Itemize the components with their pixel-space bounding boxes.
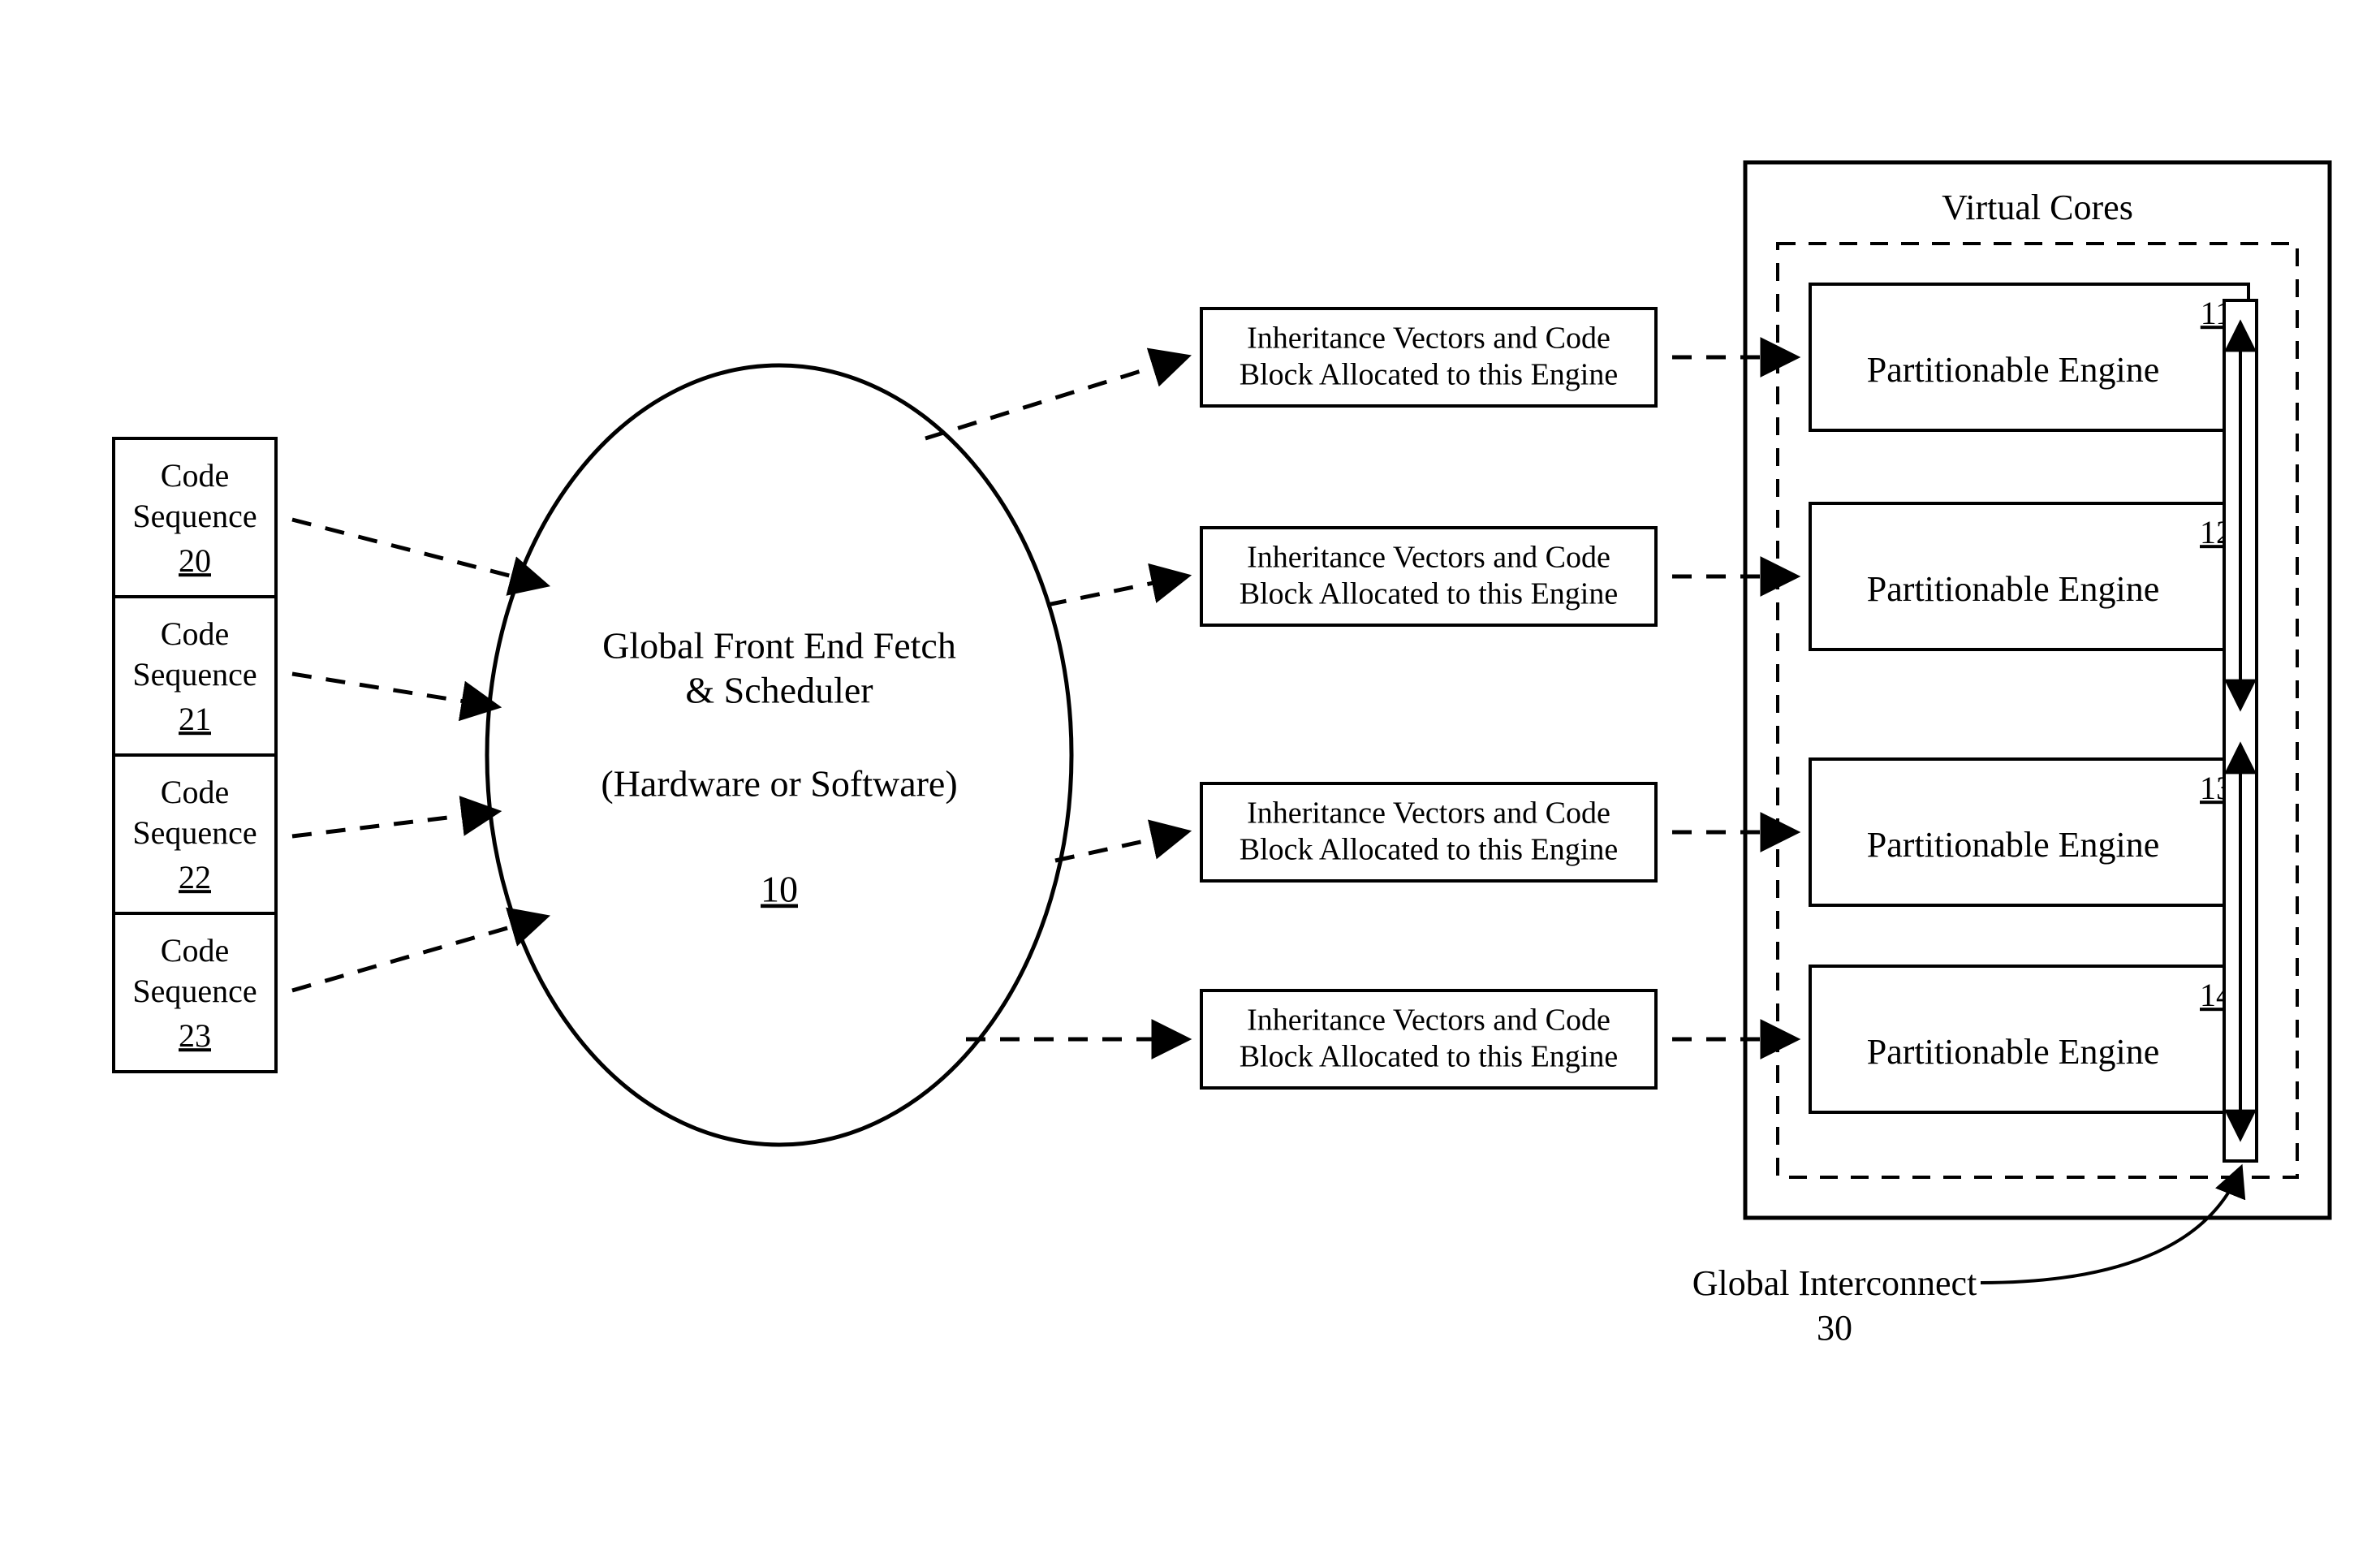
inh-line2: Block Allocated to this Engine [1240, 577, 1618, 611]
interconnect-ref: 30 [1817, 1308, 1852, 1348]
code-seq-ref: 20 [179, 542, 211, 579]
engine-12: 12 Partitionable Engine [1810, 503, 2248, 650]
code-seq-line2: Sequence [132, 973, 257, 1009]
code-seq-line2: Sequence [132, 656, 257, 693]
code-sequence-23: Code Sequence 23 [132, 932, 257, 1054]
engine-label: Partitionable Engine [1867, 569, 2159, 609]
engine-label: Partitionable Engine [1867, 350, 2159, 390]
interconnect-label: Global Interconnect 30 [1692, 1169, 2240, 1348]
codeseq-to-scheduler-arrows [292, 520, 544, 990]
inheritance-box-2: Inheritance Vectors and Code Block Alloc… [1201, 528, 1656, 625]
scheduler-line1: Global Front End Fetch [602, 625, 956, 667]
engine-11: 11 Partitionable Engine [1810, 284, 2248, 430]
code-seq-line2: Sequence [132, 814, 257, 851]
global-interconnect-bus [2224, 300, 2257, 1161]
diagram-canvas: Code Sequence 20 Code Sequence 21 Code S… [0, 0, 2380, 1558]
inheritance-box-3: Inheritance Vectors and Code Block Alloc… [1201, 783, 1656, 881]
code-seq-ref: 23 [179, 1017, 211, 1054]
scheduler-to-inheritance-arrows [925, 357, 1185, 1039]
inh-line1: Inheritance Vectors and Code [1247, 796, 1610, 831]
inheritance-boxes: Inheritance Vectors and Code Block Alloc… [1201, 309, 1656, 1088]
scheduler-line3: (Hardware or Software) [601, 763, 957, 805]
virtual-cores-title: Virtual Cores [1942, 188, 2133, 227]
inh-line2: Block Allocated to this Engine [1240, 833, 1618, 867]
code-seq-ref: 22 [179, 859, 211, 896]
code-seq-line1: Code [161, 932, 229, 969]
inh-line2: Block Allocated to this Engine [1240, 358, 1618, 392]
engine-13: 13 Partitionable Engine [1810, 759, 2248, 905]
code-seq-line1: Code [161, 774, 229, 810]
engine-label: Partitionable Engine [1867, 1032, 2159, 1072]
code-seq-line1: Code [161, 615, 229, 652]
code-seq-line1: Code [161, 457, 229, 494]
inh-line1: Inheritance Vectors and Code [1247, 322, 1610, 356]
scheduler-line2: & Scheduler [685, 670, 873, 711]
code-seq-ref: 21 [179, 701, 211, 737]
engine-14: 14 Partitionable Engine [1810, 966, 2248, 1112]
inheritance-to-engine-arrows [1672, 357, 1794, 1039]
code-seq-line2: Sequence [132, 498, 257, 534]
engine-label: Partitionable Engine [1867, 825, 2159, 865]
code-sequence-22: Code Sequence 22 [132, 774, 257, 896]
virtual-cores-container: Virtual Cores 11 Partitionable Engine 12… [1745, 162, 2330, 1218]
code-sequence-21: Code Sequence 21 [132, 615, 257, 737]
inheritance-box-4: Inheritance Vectors and Code Block Alloc… [1201, 990, 1656, 1088]
code-sequence-20: Code Sequence 20 [132, 457, 257, 579]
code-sequence-stack: Code Sequence 20 Code Sequence 21 Code S… [114, 438, 276, 1072]
scheduler-ref: 10 [761, 869, 798, 910]
inh-line2: Block Allocated to this Engine [1240, 1040, 1618, 1074]
interconnect-text: Global Interconnect [1692, 1263, 1977, 1303]
inh-line1: Inheritance Vectors and Code [1247, 541, 1610, 575]
inheritance-box-1: Inheritance Vectors and Code Block Alloc… [1201, 309, 1656, 406]
scheduler-block: Global Front End Fetch & Scheduler (Hard… [487, 365, 1071, 1145]
inh-line1: Inheritance Vectors and Code [1247, 1003, 1610, 1038]
